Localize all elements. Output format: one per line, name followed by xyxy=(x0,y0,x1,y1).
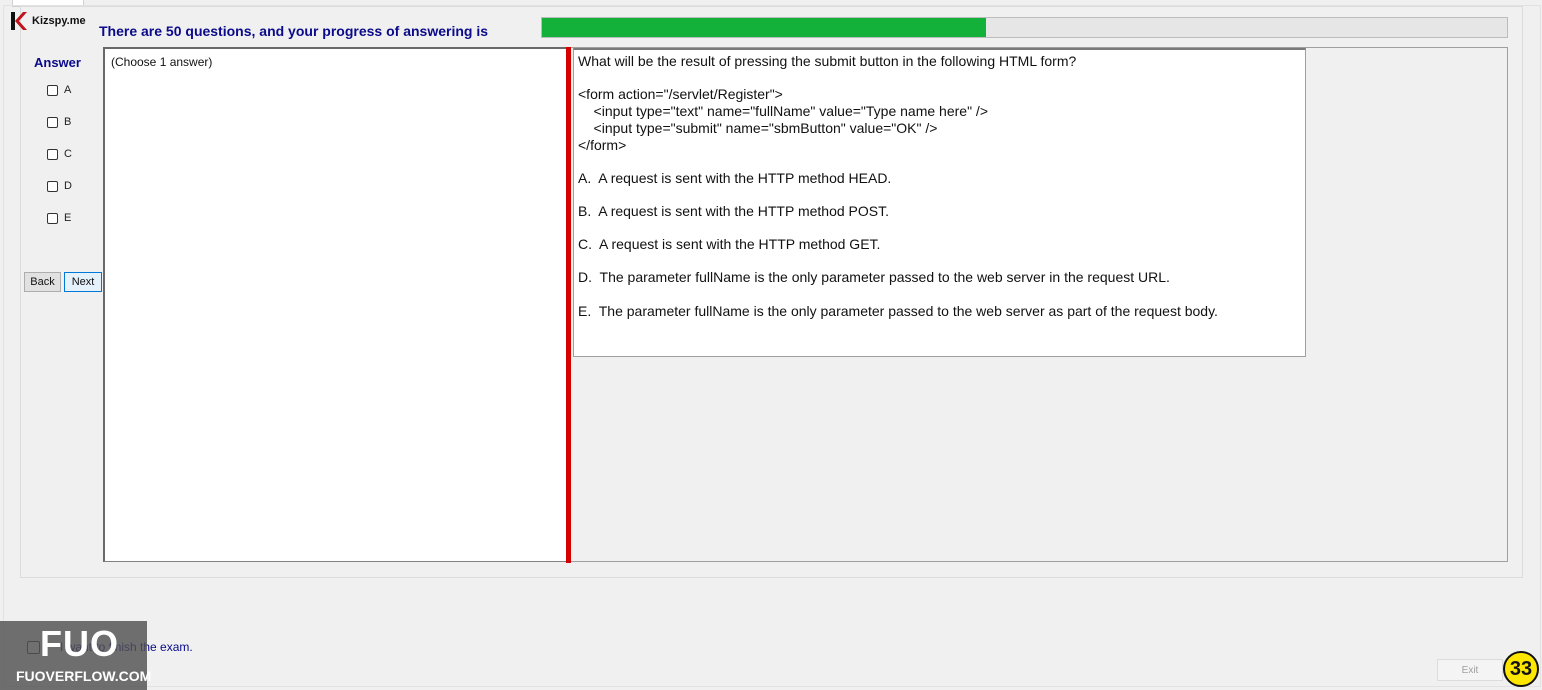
answer-option-a[interactable]: A xyxy=(47,84,71,96)
option-label-e: E xyxy=(64,212,72,224)
option-label-c: C xyxy=(64,148,72,160)
checkbox-b[interactable] xyxy=(47,116,58,128)
k-logo-icon xyxy=(11,12,27,30)
exit-button[interactable]: Exit xyxy=(1437,659,1503,681)
answer-option-e[interactable]: E xyxy=(47,212,71,224)
answer-option-d[interactable]: D xyxy=(47,180,72,192)
app-logo: Kizspy.me xyxy=(10,11,86,31)
code-line: </form> xyxy=(578,137,627,153)
option-label-b: B xyxy=(64,116,72,128)
checkbox-c[interactable] xyxy=(47,148,58,160)
choice-b: B. A request is sent with the HTTP metho… xyxy=(578,203,889,219)
checkbox-e[interactable] xyxy=(47,212,58,224)
question-box: What will be the result of pressing the … xyxy=(573,48,1306,357)
code-line: <input type="text" name="fullName" value… xyxy=(578,103,988,119)
next-button[interactable]: Next xyxy=(64,272,102,292)
answer-option-b[interactable]: B xyxy=(47,116,71,128)
choice-e: E. The parameter fullName is the only pa… xyxy=(578,303,1218,319)
progress-title: There are 50 questions, and your progres… xyxy=(99,23,488,39)
question-prompt: What will be the result of pressing the … xyxy=(578,53,1077,69)
option-label-a: A xyxy=(64,84,72,96)
choice-c: C. A request is sent with the HTTP metho… xyxy=(578,236,881,252)
question-number-badge: 33 xyxy=(1503,651,1539,687)
watermark-logo: FUO xyxy=(40,623,119,664)
answer-label: Answer xyxy=(34,55,81,70)
choose-instruction: (Choose 1 answer) xyxy=(111,55,213,69)
watermark-site: FUOVERFLOW.COM xyxy=(16,668,152,684)
checkbox-d[interactable] xyxy=(47,180,58,192)
choice-d: D. The parameter fullName is the only pa… xyxy=(578,269,1170,285)
progress-bar xyxy=(541,17,1508,38)
answer-option-c[interactable]: C xyxy=(47,148,72,160)
progress-fill xyxy=(542,18,986,37)
answer-notes-pane[interactable] xyxy=(103,47,567,562)
logo-text: Kizspy.me xyxy=(32,15,86,27)
checkbox-a[interactable] xyxy=(47,84,58,96)
code-line: <input type="submit" name="sbmButton" va… xyxy=(578,120,938,136)
option-label-d: D xyxy=(64,180,72,192)
watermark: FUO FUOVERFLOW.COM xyxy=(0,621,151,690)
code-line: <form action="/servlet/Register"> xyxy=(578,86,783,102)
back-button[interactable]: Back xyxy=(24,272,61,292)
choice-a: A. A request is sent with the HTTP metho… xyxy=(578,170,892,186)
